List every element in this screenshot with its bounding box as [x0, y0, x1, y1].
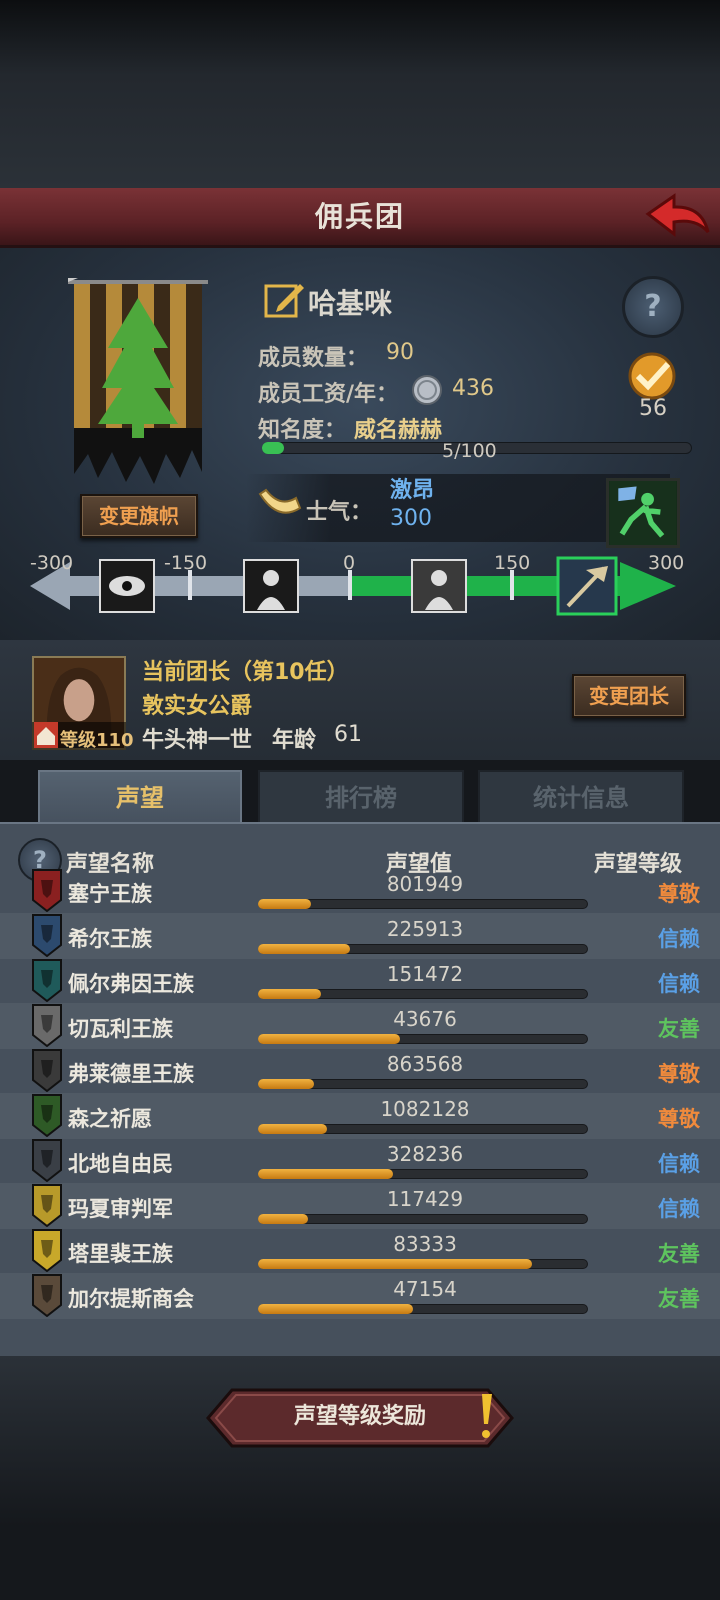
faction-name: 北地自由民 [68, 1152, 173, 1176]
guild-name: 哈基咪 [308, 287, 393, 320]
faction-progress-fill [258, 1169, 393, 1179]
faction-reputation-value: 83333 [393, 1232, 457, 1256]
faction-shield-icon [32, 959, 62, 1002]
faction-progress-fill [258, 1304, 413, 1314]
fame-progress-fill [262, 442, 284, 454]
faction-name: 希尔王族 [68, 927, 152, 951]
faction-name: 切瓦利王族 [68, 1017, 173, 1041]
faction-shield-icon [32, 1094, 62, 1137]
faction-reputation-value: 1082128 [380, 1097, 470, 1121]
morale-label: 士气： [306, 500, 373, 525]
faction-reputation-value: 801949 [386, 872, 464, 896]
faction-shield-icon [32, 1004, 62, 1047]
reward-count: 56 [639, 396, 667, 421]
faction-shield-icon [32, 914, 62, 957]
faction-name: 森之祈愿 [68, 1107, 152, 1131]
edit-name-icon[interactable] [264, 280, 306, 320]
fame-value: 威名赫赫 [354, 418, 443, 443]
faction-shield-icon [32, 1229, 62, 1272]
change-leader-button[interactable]: 变更团长 [572, 674, 686, 718]
faction-name: 塞宁王族 [68, 882, 152, 906]
faction-progress-fill [258, 1259, 532, 1269]
guild-banner [68, 278, 208, 484]
salary-label: 成员工资/年： [258, 382, 399, 407]
morale-tier-inspired-icon [556, 556, 618, 616]
faction-progress-fill [258, 899, 311, 909]
faction-shield-icon [32, 1274, 62, 1317]
members-value: 90 [386, 340, 414, 365]
morale-scale [30, 556, 676, 616]
faction-name: 玛夏审判军 [68, 1197, 173, 1221]
silver-coin-icon [412, 375, 442, 405]
tab-ranking[interactable]: 排行榜 [258, 770, 464, 824]
horn-icon [258, 488, 302, 514]
faction-reputation-value: 863568 [386, 1052, 464, 1076]
question-icon: ? [644, 289, 662, 324]
faction-progress-fill [258, 1034, 400, 1044]
faction-progress-fill [258, 1124, 327, 1134]
faction-progress-fill [258, 989, 321, 999]
faction-shield-icon [32, 869, 62, 912]
faction-reputation-level: 信赖 [658, 1152, 700, 1176]
faction-reputation-level: 尊敬 [658, 1062, 700, 1086]
faction-name: 佩尔弗因王族 [68, 972, 194, 996]
faction-reputation-level: 友善 [658, 1242, 700, 1266]
leader-race: 牛头神一世 [142, 728, 253, 753]
faction-progress-fill [258, 1214, 308, 1224]
reputation-reward-label[interactable]: 声望等级奖励 [206, 1388, 514, 1448]
house-icon [34, 722, 58, 748]
back-arrow-icon[interactable] [644, 192, 714, 244]
fame-progress-text: 5/100 [442, 440, 497, 462]
morale-state: 激昂 [390, 478, 435, 503]
faction-reputation-level: 信赖 [658, 927, 700, 951]
faction-reputation-level: 尊敬 [658, 1107, 700, 1131]
faction-shield-icon [32, 1184, 62, 1227]
charging-warrior-icon[interactable] [606, 478, 680, 548]
morale-tier-despair-icon [243, 559, 299, 613]
faction-reputation-value: 117429 [386, 1187, 464, 1211]
faction-reputation-level: 信赖 [658, 972, 700, 996]
faction-name: 塔里裴王族 [68, 1242, 173, 1266]
faction-reputation-level: 信赖 [658, 1197, 700, 1221]
faction-reputation-value: 151472 [386, 962, 464, 986]
members-label: 成员数量： [258, 346, 369, 371]
leader-name: 敦实女公爵 [142, 694, 253, 719]
morale-tier-eye-icon [99, 559, 155, 613]
faction-reputation-level: 尊敬 [658, 882, 700, 906]
faction-reputation-level: 友善 [658, 1287, 700, 1311]
fame-label: 知名度： [258, 418, 347, 443]
morale-tier-calm-icon [411, 559, 467, 613]
faction-reputation-value: 328236 [386, 1142, 464, 1166]
tab-reputation[interactable]: 声望 [38, 770, 242, 824]
scale-tick-label: 0 [343, 552, 356, 574]
morale-value: 300 [390, 506, 432, 531]
leader-age: 61 [334, 722, 362, 747]
page-title: 佣兵团 [314, 200, 405, 233]
change-banner-button[interactable]: 变更旗帜 [80, 494, 198, 538]
faction-shield-icon [32, 1139, 62, 1182]
faction-reputation-value: 43676 [393, 1007, 457, 1031]
tab-statistics[interactable]: 统计信息 [478, 770, 684, 824]
salary-value: 436 [452, 376, 494, 401]
top-backdrop [0, 0, 720, 188]
faction-reputation-value: 225913 [386, 917, 464, 941]
help-button[interactable]: ? [622, 276, 684, 338]
scale-tick-label: 150 [494, 552, 531, 574]
faction-reputation-value: 47154 [393, 1277, 457, 1301]
faction-shield-icon [32, 1049, 62, 1092]
faction-name: 加尔提斯商会 [68, 1287, 194, 1311]
leader-age-label: 年龄 [272, 728, 317, 753]
faction-name: 弗莱德里王族 [68, 1062, 194, 1086]
scale-tick-label: -150 [164, 552, 208, 574]
faction-reputation-level: 友善 [658, 1017, 700, 1041]
leader-title: 当前团长（第10任） [142, 660, 349, 685]
scale-tick-label: -300 [30, 552, 74, 574]
leader-level: 等级110 [60, 730, 134, 751]
scale-tick-label: 300 [648, 552, 685, 574]
faction-progress-fill [258, 1079, 314, 1089]
faction-progress-fill [258, 944, 350, 954]
